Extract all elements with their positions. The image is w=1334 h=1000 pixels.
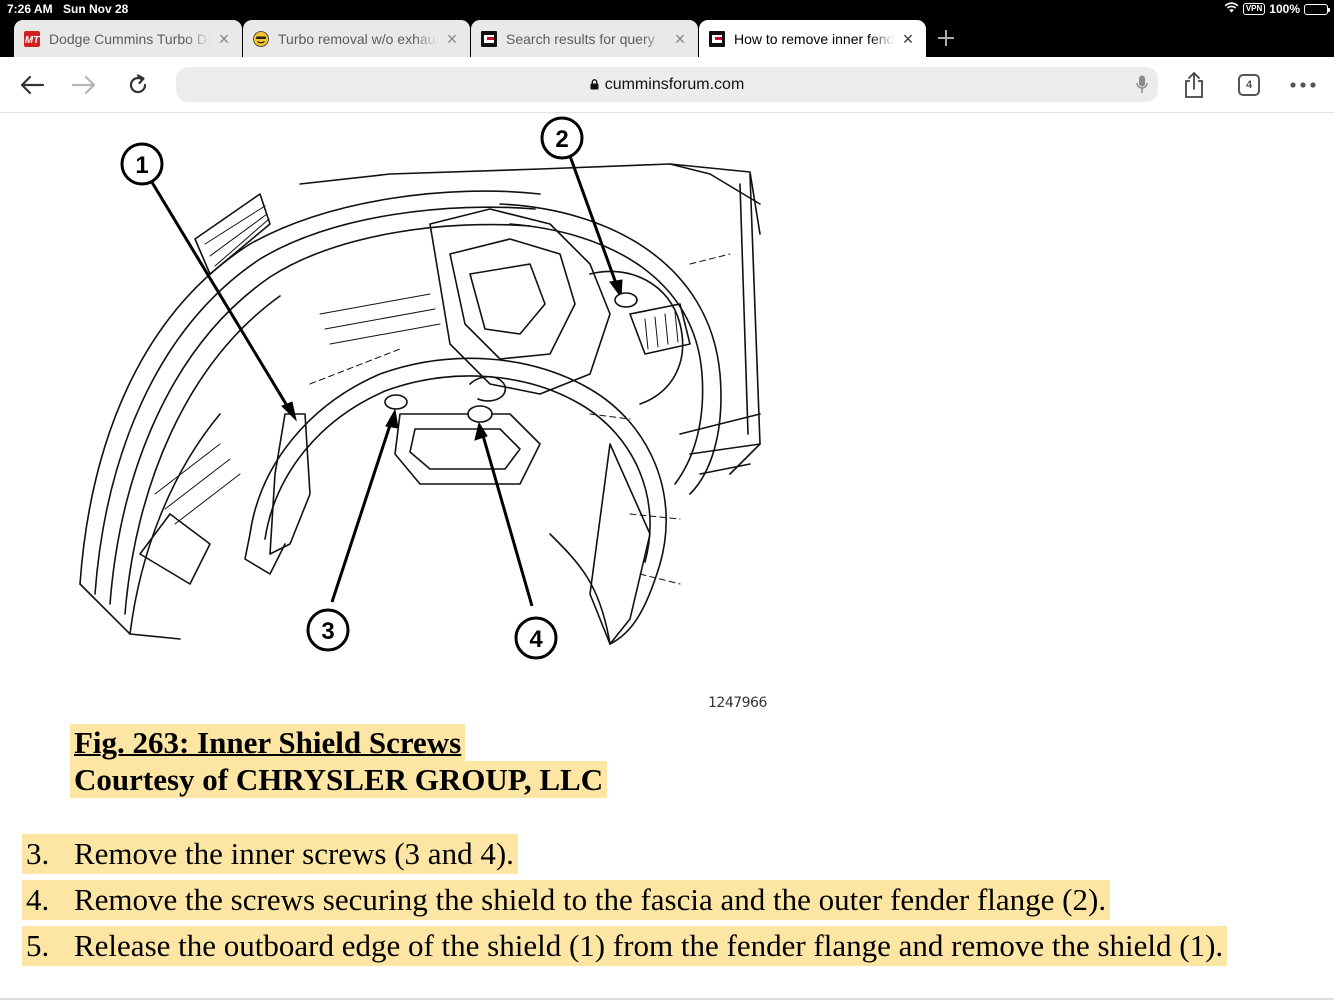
tab-title: Dodge Cummins Turbo Di bbox=[49, 30, 210, 47]
step-item: 4. Remove the screws securing the shield… bbox=[22, 880, 1111, 920]
forward-arrow-icon bbox=[71, 75, 96, 95]
status-bar: 7:26 AM Sun Nov 28 VPN 100% bbox=[0, 0, 1334, 20]
step-text: Remove the inner screws (3 and 4). bbox=[74, 836, 514, 871]
battery-icon bbox=[1304, 3, 1330, 15]
smiley-icon bbox=[253, 30, 269, 47]
tab-search-results[interactable]: Search results for query × bbox=[471, 20, 698, 57]
browser-toolbar: cumminsforum.com 4 bbox=[0, 57, 1334, 113]
battery-percent: 100% bbox=[1269, 2, 1300, 16]
back-arrow-icon bbox=[20, 75, 45, 95]
mt-logo-icon: MT bbox=[24, 30, 40, 47]
more-options-button[interactable] bbox=[1287, 69, 1319, 101]
close-icon[interactable]: × bbox=[216, 30, 232, 48]
step-number: 4. bbox=[26, 882, 50, 917]
step-text: Release the outboard edge of the shield … bbox=[74, 928, 1224, 963]
close-icon[interactable]: × bbox=[672, 30, 688, 48]
lock-icon bbox=[590, 79, 599, 90]
step-number: 5. bbox=[26, 928, 50, 963]
step-text: Remove the screws securing the shield to… bbox=[74, 882, 1107, 917]
plus-icon bbox=[938, 30, 954, 46]
callout-2: 2 bbox=[540, 116, 584, 160]
svg-text:3: 3 bbox=[321, 618, 334, 645]
share-icon bbox=[1185, 72, 1203, 98]
tab-dodge-cummins[interactable]: MT Dodge Cummins Turbo Di × bbox=[14, 20, 242, 57]
new-tab-button[interactable] bbox=[934, 24, 958, 52]
tab-turbo-removal[interactable]: Turbo removal w/o exhaust × bbox=[243, 20, 470, 57]
microphone-icon[interactable] bbox=[1136, 75, 1148, 99]
tab-title: How to remove inner fender bbox=[734, 30, 894, 47]
tab-count-badge: 4 bbox=[1238, 74, 1260, 96]
reload-button[interactable] bbox=[122, 69, 154, 101]
forward-button[interactable] bbox=[68, 69, 100, 101]
forum-icon bbox=[481, 30, 497, 47]
callout-1: 1 bbox=[120, 142, 164, 186]
wifi-icon bbox=[1224, 2, 1239, 16]
tab-how-to-remove[interactable]: How to remove inner fender × bbox=[699, 20, 926, 57]
ellipsis-icon bbox=[1290, 82, 1316, 88]
forum-icon bbox=[709, 30, 725, 47]
caption-title: Fig. 263: Inner Shield Screws bbox=[70, 724, 466, 761]
svg-text:2: 2 bbox=[555, 126, 568, 153]
tab-bar: MT Dodge Cummins Turbo Di × Turbo remova… bbox=[0, 20, 1334, 57]
tab-title: Search results for query bbox=[506, 30, 655, 47]
svg-text:1: 1 bbox=[135, 152, 148, 179]
step-number: 3. bbox=[26, 836, 50, 871]
tab-title: Turbo removal w/o exhaust bbox=[278, 30, 438, 47]
figure-id: 1247966 bbox=[708, 695, 767, 711]
tab-overview-button[interactable]: 4 bbox=[1233, 69, 1265, 101]
status-indicators: VPN 100% bbox=[1224, 2, 1330, 16]
vpn-badge: VPN bbox=[1242, 3, 1266, 15]
inner-fender-shield-diagram: 1 2 3 4 bbox=[79, 116, 761, 660]
caption-courtesy: Courtesy of CHRYSLER GROUP, LLC bbox=[70, 761, 608, 798]
instruction-steps: 3. Remove the inner screws (3 and 4). 4.… bbox=[22, 834, 1228, 972]
page-content: 1 2 3 4 1247966 Fig. 263: Inner Shield S… bbox=[0, 114, 1334, 1000]
callout-4: 4 bbox=[514, 616, 558, 660]
close-icon[interactable]: × bbox=[900, 30, 916, 48]
status-date: Sun Nov 28 bbox=[63, 2, 129, 16]
share-button[interactable] bbox=[1178, 69, 1210, 101]
callout-3: 3 bbox=[306, 608, 350, 652]
reload-icon bbox=[129, 74, 147, 94]
status-time: 7:26 AM bbox=[7, 2, 53, 16]
back-button[interactable] bbox=[16, 69, 48, 101]
address-bar[interactable]: cumminsforum.com bbox=[176, 67, 1158, 102]
svg-text:MT: MT bbox=[25, 35, 40, 46]
svg-text:4: 4 bbox=[529, 626, 543, 653]
step-item: 3. Remove the inner screws (3 and 4). bbox=[22, 834, 518, 874]
step-item: 5. Release the outboard edge of the shie… bbox=[22, 926, 1228, 966]
url-text: cumminsforum.com bbox=[604, 75, 745, 93]
close-icon[interactable]: × bbox=[444, 30, 460, 48]
figure-caption: Fig. 263: Inner Shield Screws Courtesy o… bbox=[70, 724, 608, 798]
